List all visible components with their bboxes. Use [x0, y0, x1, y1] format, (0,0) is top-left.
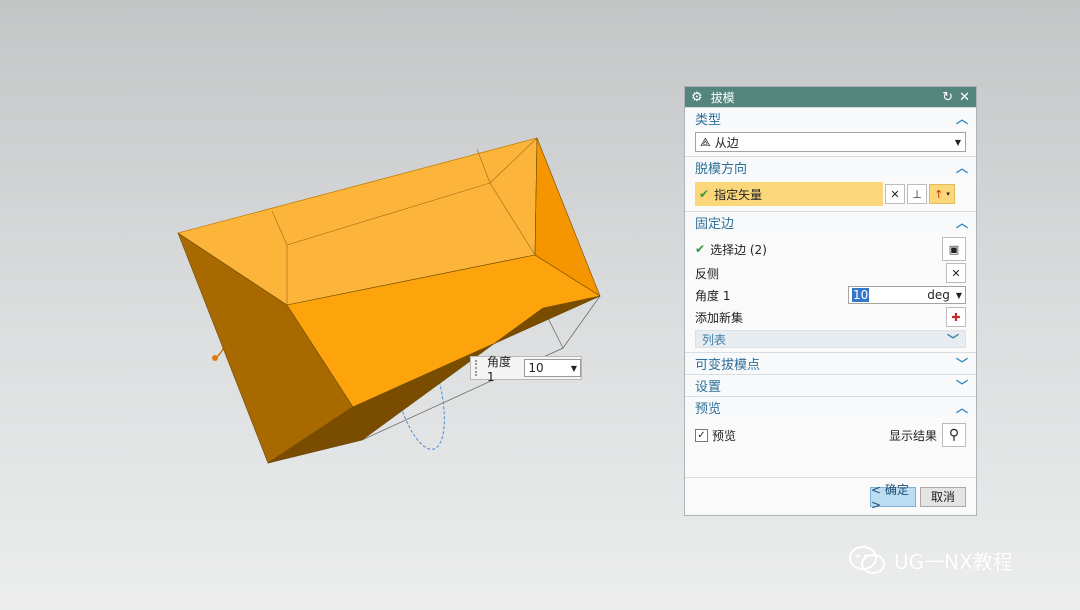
section-direction-title: 脱模方向 [695, 162, 748, 177]
preview-checkbox-row[interactable]: ✓ 预览 [695, 427, 736, 444]
close-icon[interactable]: ✕ [959, 91, 970, 104]
check-icon: ✔ [695, 242, 706, 256]
chevron-down-icon[interactable]: ▼ [955, 138, 961, 147]
cancel-button[interactable]: 取消 [920, 486, 966, 507]
chevron-down-icon[interactable]: ▼ [571, 364, 577, 373]
dialog-footer: < 确定 > 取消 [685, 477, 976, 515]
chevron-down-icon[interactable]: ▼ [956, 291, 962, 300]
chevron-down-icon[interactable]: ﹀ [956, 377, 968, 394]
section-direction-header[interactable]: 脱模方向 ︿ [685, 156, 976, 178]
section-type-header[interactable]: 类型 ︿ [685, 107, 976, 129]
watermark: UG一NX教程 [848, 545, 1013, 575]
chevron-up-icon[interactable]: ︿ [956, 110, 968, 127]
preview-checkbox-label: 预览 [712, 428, 737, 443]
axis-arrow-icon: ↑ [934, 187, 944, 201]
watermark-text: UG一NX教程 [894, 549, 1013, 574]
orange-block-body[interactable] [177, 137, 601, 464]
ok-button[interactable]: < 确定 > [870, 483, 916, 512]
section-variable-title: 可变拔模点 [695, 358, 761, 373]
chevron-down-icon: ▾ [946, 190, 950, 198]
specify-vector-field[interactable]: ✔ 指定矢量 [695, 182, 883, 206]
reverse-side-label: 反侧 [695, 266, 720, 281]
specify-vector-label: 指定矢量 [714, 187, 763, 202]
chevron-up-icon[interactable]: ︿ [956, 399, 968, 416]
type-select[interactable]: ⟁ 从边 ▼ [695, 132, 966, 152]
list-collapsible[interactable]: 列表 ﹀ [695, 330, 966, 348]
list-label: 列表 [702, 332, 727, 347]
canvas-angle-input[interactable]: 10 ▼ [524, 359, 581, 377]
add-new-set-icon[interactable]: ✚ [946, 307, 966, 327]
vector-point-marker[interactable] [212, 346, 225, 361]
chevron-up-icon[interactable]: ︿ [956, 214, 968, 231]
chevron-up-icon[interactable]: ︿ [956, 159, 968, 176]
drag-grip[interactable] [475, 360, 479, 376]
section-fixed-edge-title: 固定边 [695, 217, 735, 232]
cube-select-icon[interactable]: ▣ [942, 237, 966, 261]
section-settings-header[interactable]: 设置 ﹀ [685, 374, 976, 396]
canvas-angle-input-box[interactable]: 角度 1 10 ▼ [470, 355, 582, 384]
section-preview-title: 预览 [695, 402, 722, 417]
dialog-title: 拔模 [710, 90, 735, 105]
type-select-value: 从边 [714, 135, 739, 150]
section-variable-header[interactable]: 可变拔模点 ﹀ [685, 352, 976, 374]
select-edge-label: 选择边 (2) [710, 242, 767, 257]
canvas-angle-label: 角度 1 [486, 354, 511, 384]
show-result-label: 显示结果 [888, 428, 937, 443]
section-settings-title: 设置 [695, 380, 722, 395]
draft-dialog: ⚙ 拔模 ↻ ✕ 类型 ︿ ⟁ 从边 ▼ 脱模方向 ︿ ✔ 指定矢量 ✕ ⊥ ↑… [684, 86, 977, 516]
gear-icon[interactable]: ⚙ [691, 90, 703, 105]
add-new-set-label: 添加新集 [695, 310, 744, 325]
edge-type-icon: ⟁ [700, 134, 711, 149]
chevron-down-icon[interactable]: ﹀ [947, 331, 959, 348]
chevron-down-icon[interactable]: ﹀ [956, 355, 968, 372]
wechat-icon [849, 546, 885, 574]
section-fixed-edge-header[interactable]: 固定边 ︿ [685, 211, 976, 233]
vector-type-dropdown[interactable]: ↑ ▾ [929, 184, 955, 204]
section-preview-header[interactable]: 预览 ︿ [685, 396, 976, 418]
angle-unit: deg [927, 288, 950, 302]
angle-value: 10 [852, 288, 870, 302]
check-icon: ✔ [699, 187, 710, 201]
angle-input[interactable]: 10 deg ▼ [848, 286, 966, 304]
dialog-titlebar[interactable]: ⚙ 拔模 ↻ ✕ [685, 87, 976, 107]
section-type-title: 类型 [695, 113, 722, 128]
vector-dialog-icon[interactable]: ⊥ [907, 184, 927, 204]
reverse-side-icon[interactable]: ✕ [946, 263, 966, 283]
canvas-angle-value: 10 [528, 361, 544, 375]
reset-icon[interactable]: ↻ [942, 91, 953, 104]
reverse-direction-icon[interactable]: ✕ [885, 184, 905, 204]
preview-checkbox[interactable]: ✓ [695, 428, 708, 442]
magnifier-icon[interactable]: ⚲ [942, 423, 966, 447]
angle-label: 角度 1 [695, 288, 731, 303]
